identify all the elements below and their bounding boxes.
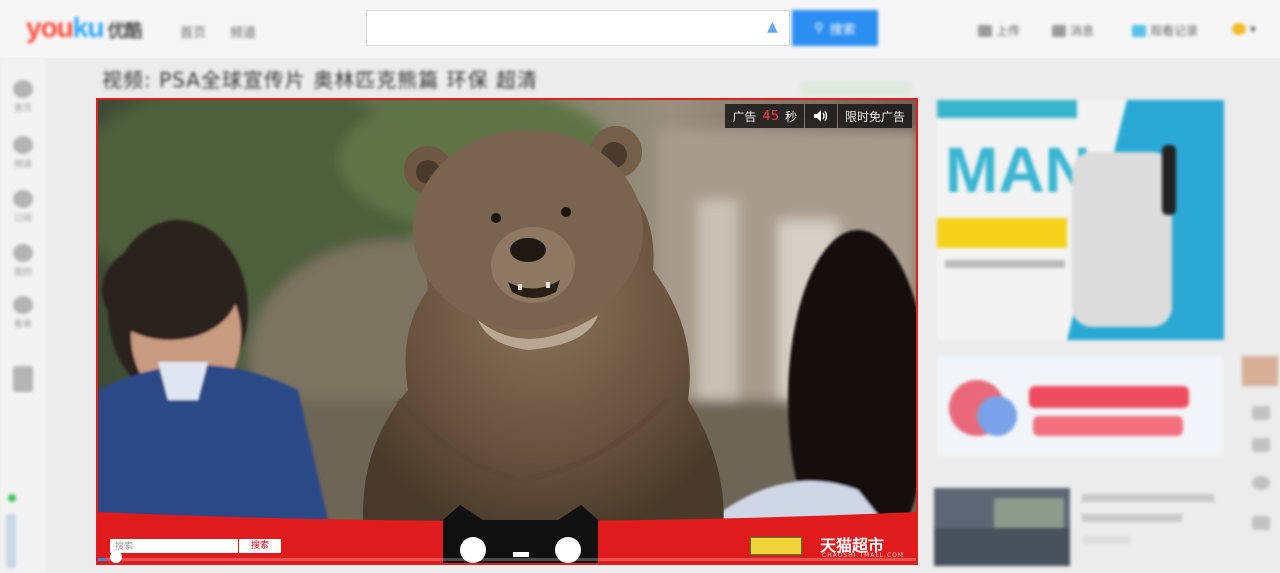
rail-item-mine[interactable]: 我的 [8,244,38,278]
message-icon [1052,24,1066,37]
right-rail [1240,350,1280,550]
ad-graphic: MAN [937,100,1224,340]
skip-ad-button[interactable]: 限时免广告 [837,104,912,128]
related-video-meta [1082,536,1130,544]
top-icon[interactable] [1252,516,1270,530]
subscribe-icon [13,190,33,208]
feedback-icon[interactable] [1252,406,1270,420]
ad-timer: 广告 45 秒 [725,104,804,128]
search-input[interactable] [367,11,767,45]
search-box: ▲ [366,10,790,46]
progress-handle[interactable] [110,551,123,563]
right-rail-thumb[interactable] [1242,356,1278,386]
home-icon [13,80,33,98]
svg-text:MAN: MAN [945,134,1091,206]
upload-link[interactable]: 上传 [978,22,1020,39]
channel-icon [13,136,33,154]
sponsor-logo [750,537,802,555]
user-icon [13,244,33,262]
rail-item-home[interactable]: 首页 [8,80,38,114]
user-menu[interactable]: ▾ [1232,22,1256,36]
related-video-thumbnail[interactable] [934,488,1070,566]
youku-logo[interactable]: youku 优酷 [26,12,142,44]
avatar [1232,23,1246,35]
related-video-title[interactable] [1082,494,1214,502]
nav-home[interactable]: 首页 [180,22,206,41]
side-feedback-tab[interactable] [6,514,16,568]
rail-item-subscribe[interactable]: 订阅 [8,190,38,224]
nav-channel[interactable]: 频道 [230,22,256,41]
rail-item-channel[interactable]: 频道 [8,136,38,170]
history-icon [1132,24,1146,37]
chevron-down-icon: ▾ [1250,22,1257,36]
page-title: 视频: PSA全球宣传片 奥林匹克熊篇 环保 超清 [102,68,538,92]
title-tag[interactable] [800,82,912,96]
online-dot-icon [8,494,16,502]
tmall-search-button[interactable]: 搜索 [239,539,281,553]
share-icon[interactable] [1252,438,1270,452]
upload-icon [978,24,992,37]
video-frame [98,100,916,563]
messages-link[interactable]: 消息 [1052,22,1094,39]
progress-bar[interactable] [98,558,916,561]
mute-button[interactable] [804,104,837,128]
list-icon [13,296,33,314]
ad-countdown-bar: 广告 45 秒 限时免广告 [724,104,912,128]
camera-icon[interactable]: ▲ [767,20,781,34]
left-rail: 首页 频道 订阅 我的 看单 [0,58,46,573]
tmall-search-input[interactable]: 搜索 [110,539,238,553]
search-icon: ⚲ [814,20,824,35]
progress-fill [98,558,107,561]
side-ad-secondary[interactable] [937,356,1224,456]
top-bar: youku 优酷 首页 频道 ▲ ⚲ 搜索 上传 消息 观看记录 ▾ [0,0,1280,58]
app-icon [13,366,33,392]
video-player[interactable]: 广告 45 秒 限时免广告 搜索 搜索 天猫超市 CHAOSHI.TMALL.C… [96,98,918,565]
history-link[interactable]: 观看记录 [1132,22,1198,39]
location-icon[interactable] [1252,476,1270,490]
rail-item-extra[interactable] [8,366,38,395]
ad-graphic-2 [937,356,1224,456]
side-ad-banner[interactable]: MAN [937,100,1224,340]
rail-item-watchlist[interactable]: 看单 [8,296,38,330]
speaker-icon [813,110,828,122]
related-video-title-line2[interactable] [1082,514,1182,522]
search-button[interactable]: ⚲ 搜索 [792,10,878,46]
